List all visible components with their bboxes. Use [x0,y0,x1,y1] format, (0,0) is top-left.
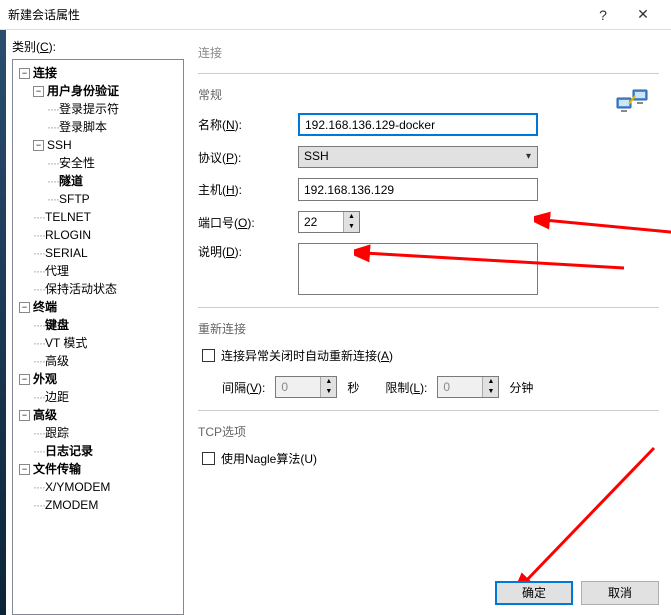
desc-textarea[interactable] [298,243,538,295]
collapse-icon[interactable]: − [19,410,30,421]
titlebar: 新建会话属性 ? ✕ [0,0,671,30]
limit-input [438,377,482,397]
chevron-down-icon: ▾ [526,151,531,162]
tree-auth[interactable]: −用户身份验证 [15,82,181,100]
reconnect-checkbox[interactable] [202,349,215,362]
tree-rlogin[interactable]: ····RLOGIN [15,226,181,244]
tree-login-script[interactable]: ····登录脚本 [15,118,181,136]
group-general: 常规 [198,80,659,103]
tree-margin[interactable]: ····边距 [15,388,181,406]
tree-ftp[interactable]: −文件传输 [15,460,181,478]
page-heading: 连接 [198,44,659,61]
seconds-label: 秒 [347,379,359,396]
reconnect-check-label: 连接异常关闭时自动重新连接(A) [221,347,393,364]
limit-label: 限制(L): [385,379,427,396]
nagle-check-label: 使用Nagle算法(U) [221,450,317,467]
tree-keyboard[interactable]: ····键盘 [15,316,181,334]
desc-label: 说明(D): [198,243,298,260]
name-input[interactable] [298,113,538,136]
collapse-icon[interactable]: − [33,140,44,151]
port-spinner[interactable]: ▲▼ [298,211,360,233]
interval-label: 间隔(V): [222,379,265,396]
tree-advanced[interactable]: ····高级 [15,352,181,370]
tree-trace[interactable]: ····跟踪 [15,424,181,442]
tree-xymodem[interactable]: ····X/YMODEM [15,478,181,496]
window-title: 新建会话属性 [8,6,583,23]
protocol-select[interactable]: SSH ▾ [298,146,538,168]
category-tree[interactable]: −连接 −用户身份验证 ····登录提示符 ····登录脚本 −SSH ····… [12,59,184,615]
port-label: 端口号(O): [198,214,298,231]
tree-telnet[interactable]: ····TELNET [15,208,181,226]
port-input[interactable] [299,212,343,232]
host-input[interactable] [298,178,538,201]
ok-button[interactable]: 确定 [495,581,573,605]
spin-down-icon: ▼ [483,387,498,397]
protocol-label: 协议(P): [198,149,298,166]
collapse-icon[interactable]: − [19,302,30,313]
collapse-icon[interactable]: − [19,464,30,475]
interval-spinner: ▲▼ [275,376,337,398]
tree-connection[interactable]: −连接 [15,64,181,82]
group-tcp: TCP选项 [198,417,659,440]
spin-up-icon[interactable]: ▲ [344,212,359,222]
tree-security[interactable]: ····安全性 [15,154,181,172]
tree-serial[interactable]: ····SERIAL [15,244,181,262]
tree-zmodem[interactable]: ····ZMODEM [15,496,181,514]
host-label: 主机(H): [198,181,298,198]
collapse-icon[interactable]: − [33,86,44,97]
collapse-icon[interactable]: − [19,68,30,79]
nagle-checkbox-row[interactable]: 使用Nagle算法(U) [202,450,659,467]
tree-advanced2[interactable]: −高级 [15,406,181,424]
tree-terminal[interactable]: −终端 [15,298,181,316]
tree-proxy[interactable]: ····代理 [15,262,181,280]
network-icon [615,86,649,116]
tree-appearance[interactable]: −外观 [15,370,181,388]
name-label: 名称(N): [198,116,298,133]
minutes-label: 分钟 [509,379,533,396]
tree-ssh[interactable]: −SSH [15,136,181,154]
tree-keepalive[interactable]: ····保持活动状态 [15,280,181,298]
help-button[interactable]: ? [583,7,623,23]
nagle-checkbox[interactable] [202,452,215,465]
tree-login-prompt[interactable]: ····登录提示符 [15,100,181,118]
spin-down-icon: ▼ [321,387,336,397]
tree-log[interactable]: ····日志记录 [15,442,181,460]
tree-tunnel[interactable]: ····隧道 [15,172,181,190]
group-reconnect: 重新连接 [198,314,659,337]
limit-spinner: ▲▼ [437,376,499,398]
cancel-button[interactable]: 取消 [581,581,659,605]
spin-up-icon: ▲ [483,377,498,387]
reconnect-checkbox-row[interactable]: 连接异常关闭时自动重新连接(A) [202,347,659,364]
category-label: 类别(C): [12,38,184,55]
interval-input [276,377,320,397]
close-button[interactable]: ✕ [623,6,663,23]
tree-vtmode[interactable]: ····VT 模式 [15,334,181,352]
collapse-icon[interactable]: − [19,374,30,385]
spin-down-icon[interactable]: ▼ [344,222,359,232]
spin-up-icon: ▲ [321,377,336,387]
tree-sftp[interactable]: ····SFTP [15,190,181,208]
